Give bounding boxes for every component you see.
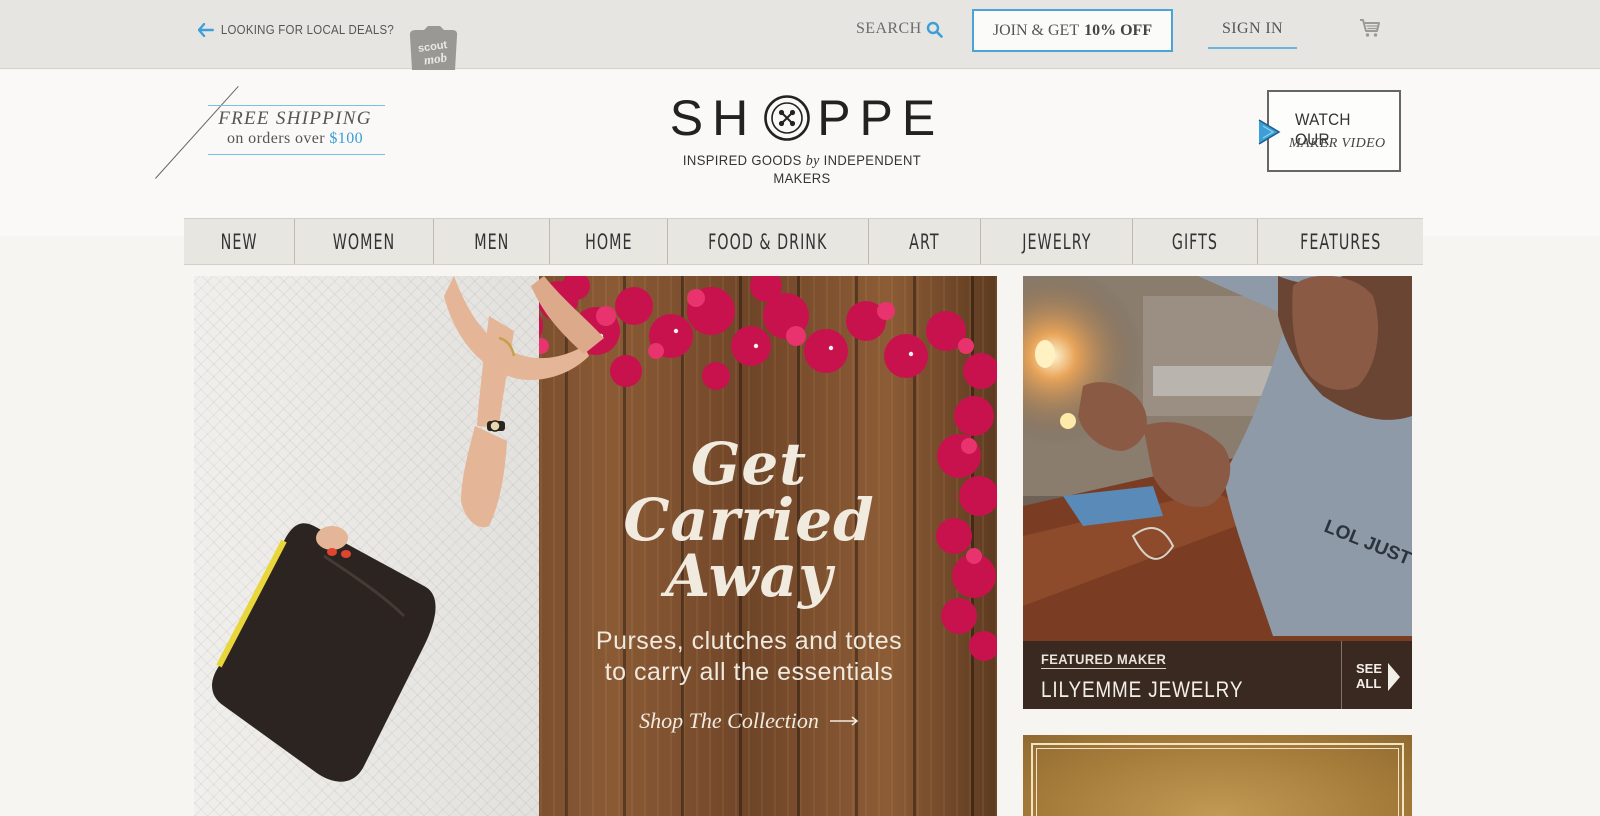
free-shipping-banner: FREE SHIPPING on orders over $100 bbox=[205, 105, 385, 155]
sign-in-link[interactable]: SIGN IN bbox=[1208, 20, 1297, 49]
nav-item-art[interactable]: ART bbox=[869, 219, 981, 264]
nav-item-label: JEWELRY bbox=[1021, 229, 1092, 254]
shop-collection-link[interactable]: Shop The Collection bbox=[639, 708, 859, 734]
maker-caption: FEATURED MAKER LILYEMME JEWELRY SEE ALL bbox=[1023, 641, 1412, 709]
nav-item-label: HOME bbox=[584, 229, 633, 254]
local-deals-label: LOOKING FOR LOCAL DEALS? bbox=[220, 22, 395, 37]
hero-subtitle: Purses, clutches and totes to carry all … bbox=[595, 627, 903, 686]
logo-tagline: INSPIRED GOODS by INDEPENDENT MAKERS bbox=[663, 152, 942, 186]
nav-item-label: NEW bbox=[220, 229, 258, 254]
cart-icon[interactable] bbox=[1359, 18, 1381, 38]
arrow-right-icon bbox=[829, 716, 859, 726]
hero-banner[interactable]: Get Carried Away Purses, clutches and to… bbox=[194, 276, 997, 816]
site-logo[interactable]: SH PPE INSPIRED GOODS by INDEPENDENT MAK… bbox=[652, 90, 952, 186]
scoutmob-logo[interactable]: scout mob bbox=[406, 26, 460, 70]
see-all-label: SEE ALL bbox=[1356, 661, 1383, 691]
nav-item-jewelry[interactable]: JEWELRY bbox=[981, 219, 1133, 264]
promo-card[interactable] bbox=[1023, 735, 1412, 816]
nav-item-food-drink[interactable]: FOOD & DRINK bbox=[668, 219, 869, 264]
search-icon bbox=[926, 21, 943, 38]
button-icon bbox=[764, 95, 811, 141]
featured-maker-name: LILYEMME JEWELRY bbox=[1041, 677, 1244, 702]
watch-video-button[interactable]: WATCH OUR MAKER VIDEO bbox=[1258, 90, 1401, 172]
shop-collection-label: Shop The Collection bbox=[639, 708, 819, 733]
nav-item-home[interactable]: HOME bbox=[550, 219, 668, 264]
main-nav: NEW WOMEN MEN HOME FOOD & DRINK ART JEWE… bbox=[184, 218, 1423, 265]
nav-item-men[interactable]: MEN bbox=[434, 219, 550, 264]
hero-title: Get Carried Away bbox=[623, 430, 875, 610]
nav-item-label: GIFTS bbox=[1171, 229, 1219, 254]
site-header: FREE SHIPPING on orders over $100 SH PPE… bbox=[0, 70, 1600, 236]
logo-wordmark: SH PPE bbox=[662, 90, 952, 146]
see-all-button[interactable]: SEE ALL bbox=[1341, 641, 1412, 709]
join-label: JOIN & GET bbox=[992, 21, 1080, 39]
nav-item-gifts[interactable]: GIFTS bbox=[1133, 219, 1258, 264]
divider bbox=[208, 105, 385, 106]
free-shipping-text: on orders over bbox=[226, 130, 325, 147]
chevron-right-icon bbox=[1388, 663, 1400, 691]
featured-maker-kicker: FEATURED MAKER bbox=[1041, 651, 1167, 669]
search-label: SEARCH bbox=[856, 20, 922, 37]
clutch-image bbox=[212, 523, 436, 782]
free-shipping-subtitle: on orders over $100 bbox=[205, 130, 385, 148]
logo-text-left: SH bbox=[669, 90, 758, 146]
nav-item-label: ART bbox=[909, 229, 940, 254]
tagline-by: by bbox=[805, 153, 820, 169]
divider bbox=[208, 154, 385, 155]
join-discount: 10% OFF bbox=[1084, 21, 1153, 39]
arrow-left-icon bbox=[198, 22, 214, 37]
nav-item-label: WOMEN bbox=[332, 229, 396, 254]
logo-text-right: PPE bbox=[817, 90, 945, 146]
free-shipping-amount: $100 bbox=[329, 130, 364, 147]
promo-card-frame bbox=[1031, 743, 1404, 816]
nav-item-new[interactable]: NEW bbox=[184, 219, 295, 264]
nav-item-features[interactable]: FEATURES bbox=[1258, 219, 1423, 264]
hero-text-block: Get Carried Away Purses, clutches and to… bbox=[514, 430, 984, 734]
nav-item-label: FEATURES bbox=[1299, 229, 1382, 254]
utility-bar: LOOKING FOR LOCAL DEALS? scout mob SEARC… bbox=[0, 0, 1600, 70]
local-deals-link[interactable]: LOOKING FOR LOCAL DEALS? bbox=[198, 22, 394, 37]
free-shipping-title: FREE SHIPPING bbox=[218, 108, 372, 129]
watch-video-subtitle: MAKER VIDEO bbox=[1289, 136, 1386, 151]
tagline-left: INSPIRED GOODS bbox=[682, 152, 802, 168]
join-button[interactable]: JOIN & GET 10% OFF bbox=[972, 9, 1173, 52]
search-link[interactable]: SEARCH bbox=[856, 20, 943, 38]
featured-maker-card[interactable]: LOL JUST KITTEN FEATURED MAKER LILYEMME … bbox=[1023, 276, 1412, 709]
nav-item-label: FOOD & DRINK bbox=[708, 229, 828, 254]
nav-item-label: MEN bbox=[473, 229, 510, 254]
nav-item-women[interactable]: WOMEN bbox=[295, 219, 434, 264]
play-icon bbox=[1258, 119, 1281, 145]
